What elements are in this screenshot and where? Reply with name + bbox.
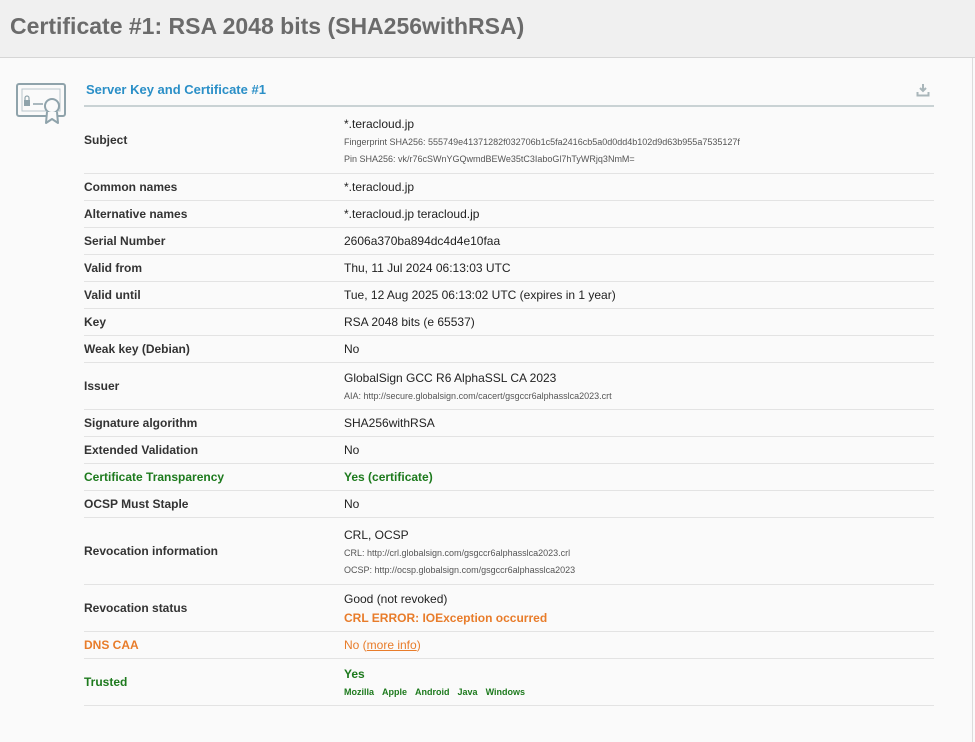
valid-until-value: Tue, 12 Aug 2025 06:13:02 UTC (expires i… xyxy=(344,288,616,302)
section-header: Server Key and Certificate #1 xyxy=(84,79,934,107)
row-extended-validation: Extended Validation No xyxy=(84,437,934,464)
dns-caa-value-prefix: No ( xyxy=(344,638,367,652)
row-ocsp-must-staple: OCSP Must Staple No xyxy=(84,491,934,518)
serial-number-label: Serial Number xyxy=(84,234,166,248)
issuer-value: GlobalSign GCC R6 AlphaSSL CA 2023 xyxy=(344,371,557,385)
trusted-value: Yes xyxy=(344,667,365,681)
row-serial-number: Serial Number 2606a370ba894dc4d4e10faa xyxy=(84,228,934,255)
issuer-aia: AIA: http://secure.globalsign.com/cacert… xyxy=(344,391,612,401)
extended-validation-label: Extended Validation xyxy=(84,443,199,457)
trust-store-windows: Windows xyxy=(485,687,525,697)
key-value: RSA 2048 bits (e 65537) xyxy=(344,315,475,329)
page-title: Certificate #1: RSA 2048 bits (SHA256wit… xyxy=(10,13,525,39)
certificate-icon xyxy=(16,83,66,124)
trust-store-apple: Apple xyxy=(382,687,408,697)
signature-algorithm-value: SHA256withRSA xyxy=(344,416,435,430)
subject-label: Subject xyxy=(84,133,128,147)
weak-key-value: No xyxy=(344,342,360,356)
revocation-status-group: Good (not revoked) CRL ERROR: IOExceptio… xyxy=(344,585,547,631)
serial-number-value: 2606a370ba894dc4d4e10faa xyxy=(344,234,501,248)
subject-fingerprint: Fingerprint SHA256: 555749e41371282f0327… xyxy=(344,136,740,147)
dns-caa-value-suffix: ) xyxy=(416,638,421,652)
row-valid-until: Valid until Tue, 12 Aug 2025 06:13:02 UT… xyxy=(84,282,934,309)
trust-store-java: Java xyxy=(457,687,478,697)
revocation-status-value: Good (not revoked) xyxy=(344,591,448,606)
trusted-label: Trusted xyxy=(84,675,128,689)
revocation-information-label: Revocation information xyxy=(84,544,219,558)
row-common-names: Common names *.teracloud.jp xyxy=(84,174,934,201)
subject-value: *.teracloud.jp xyxy=(344,116,415,131)
row-alternative-names: Alternative names *.teracloud.jp teraclo… xyxy=(84,201,934,228)
subject-pin: Pin SHA256: vk/r76cSWnYGQwmdBEWe35tC3Iab… xyxy=(344,153,635,164)
subject-value-group: *.teracloud.jp Fingerprint SHA256: 55574… xyxy=(344,107,740,173)
trust-store-android: Android xyxy=(415,687,450,697)
alternative-names-value: *.teracloud.jp teracloud.jp xyxy=(344,207,480,221)
dns-caa-label: DNS CAA xyxy=(84,638,139,652)
valid-from-label: Valid from xyxy=(84,261,143,275)
row-dns-caa: DNS CAA No (more info) xyxy=(84,632,934,659)
trust-store-mozilla: Mozilla xyxy=(344,687,375,697)
issuer-label: Issuer xyxy=(84,379,120,393)
revocation-status-error: CRL ERROR: IOException occurred xyxy=(344,610,548,625)
revocation-ocsp-url: OCSP: http://ocsp.globalsign.com/gsgccr6… xyxy=(344,564,576,575)
row-weak-key: Weak key (Debian) No xyxy=(84,336,934,363)
row-revocation-status: Revocation status Good (not revoked) CRL… xyxy=(84,585,934,632)
section-title: Server Key and Certificate #1 xyxy=(86,82,266,97)
issuer-value-group: GlobalSign GCC R6 AlphaSSL CA 2023 AIA: … xyxy=(344,363,612,409)
panel-border xyxy=(972,58,973,742)
row-certificate-transparency: Certificate Transparency Yes (certificat… xyxy=(84,464,934,491)
valid-from-value: Thu, 11 Jul 2024 06:13:03 UTC xyxy=(344,261,511,275)
row-subject: Subject *.teracloud.jp Fingerprint SHA25… xyxy=(84,107,934,174)
dns-caa-value: No (more info) xyxy=(344,632,421,658)
trust-stores: Mozilla Apple Android Java Windows xyxy=(344,687,525,697)
common-names-value: *.teracloud.jp xyxy=(344,180,415,194)
dns-caa-more-info-link[interactable]: more info xyxy=(367,638,417,652)
revocation-status-label: Revocation status xyxy=(84,601,188,615)
valid-until-label: Valid until xyxy=(84,288,141,302)
page-header: Certificate #1: RSA 2048 bits (SHA256wit… xyxy=(0,0,975,58)
signature-algorithm-label: Signature algorithm xyxy=(84,416,198,430)
ocsp-must-staple-value: No xyxy=(344,497,360,511)
row-trusted: Trusted Yes Mozilla Apple Android Java W… xyxy=(84,659,934,706)
revocation-crl-url: CRL: http://crl.globalsign.com/gsgccr6al… xyxy=(344,547,571,558)
common-names-label: Common names xyxy=(84,180,178,194)
revocation-information-group: CRL, OCSP CRL: http://crl.globalsign.com… xyxy=(344,518,575,584)
extended-validation-value: No xyxy=(344,443,360,457)
row-revocation-information: Revocation information CRL, OCSP CRL: ht… xyxy=(84,518,934,585)
trusted-value-group: Yes Mozilla Apple Android Java Windows xyxy=(344,659,525,705)
ocsp-must-staple-label: OCSP Must Staple xyxy=(84,497,189,511)
alternative-names-label: Alternative names xyxy=(84,207,188,221)
certificate-transparency-value: Yes (certificate) xyxy=(344,470,433,484)
revocation-information-value: CRL, OCSP xyxy=(344,527,409,542)
row-issuer: Issuer GlobalSign GCC R6 AlphaSSL CA 202… xyxy=(84,363,934,410)
row-valid-from: Valid from Thu, 11 Jul 2024 06:13:03 UTC xyxy=(84,255,934,282)
row-key: Key RSA 2048 bits (e 65537) xyxy=(84,309,934,336)
certificate-transparency-label: Certificate Transparency xyxy=(84,470,225,484)
key-label: Key xyxy=(84,315,107,329)
download-icon[interactable] xyxy=(916,83,930,97)
row-signature-algorithm: Signature algorithm SHA256withRSA xyxy=(84,410,934,437)
weak-key-label: Weak key (Debian) xyxy=(84,342,190,356)
